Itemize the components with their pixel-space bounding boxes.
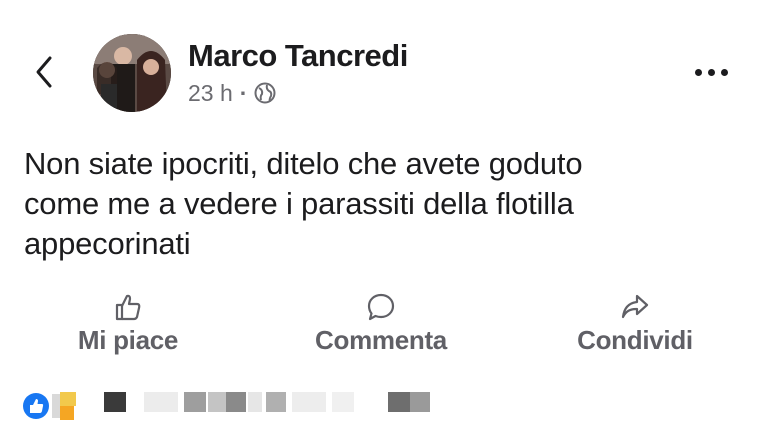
post-text-line: come me a vedere i parassiti della floti… — [24, 186, 574, 221]
globe-icon[interactable] — [254, 82, 276, 104]
comment-label: Commenta — [315, 325, 447, 355]
share-arrow-icon — [621, 294, 649, 319]
obscured-text — [266, 392, 286, 412]
like-reaction-icon — [23, 392, 76, 420]
share-button[interactable]: Condividi — [565, 292, 705, 356]
post-text-line: appecorinati — [24, 226, 191, 261]
share-label: Condividi — [577, 325, 693, 355]
reactions-summary[interactable] — [22, 390, 82, 422]
comment-button[interactable]: Commenta — [302, 292, 460, 356]
post-meta: 23 h · — [188, 80, 276, 106]
thumbs-up-icon — [115, 294, 141, 321]
obscured-text — [104, 392, 126, 412]
post-text-line: Non siate ipocriti, ditelo che avete god… — [24, 146, 583, 181]
like-button[interactable]: Mi piace — [68, 292, 188, 356]
obscured-text — [208, 392, 226, 412]
dot-icon — [708, 68, 715, 76]
meta-separator: · — [239, 79, 248, 106]
obscured-text — [226, 392, 246, 412]
speech-bubble-icon — [367, 293, 395, 321]
post-time: 23 h — [188, 79, 233, 106]
obscured-text — [292, 392, 326, 412]
obscured-text — [388, 392, 410, 412]
author-name[interactable]: Marco Tancredi — [188, 38, 408, 74]
post-text: Non siate ipocriti, ditelo che avete god… — [24, 144, 744, 264]
chevron-left-icon — [36, 56, 52, 88]
avatar-photo — [93, 34, 171, 112]
avatar[interactable] — [93, 34, 171, 112]
back-button[interactable] — [30, 52, 60, 92]
obscured-text — [248, 392, 262, 412]
like-label: Mi piace — [77, 325, 179, 355]
obscured-text — [410, 392, 430, 412]
more-options-button[interactable] — [695, 60, 735, 84]
obscured-text — [144, 392, 178, 412]
dot-icon — [695, 68, 702, 76]
dot-icon — [721, 68, 728, 76]
obscured-text — [184, 392, 206, 412]
obscured-text — [332, 392, 354, 412]
